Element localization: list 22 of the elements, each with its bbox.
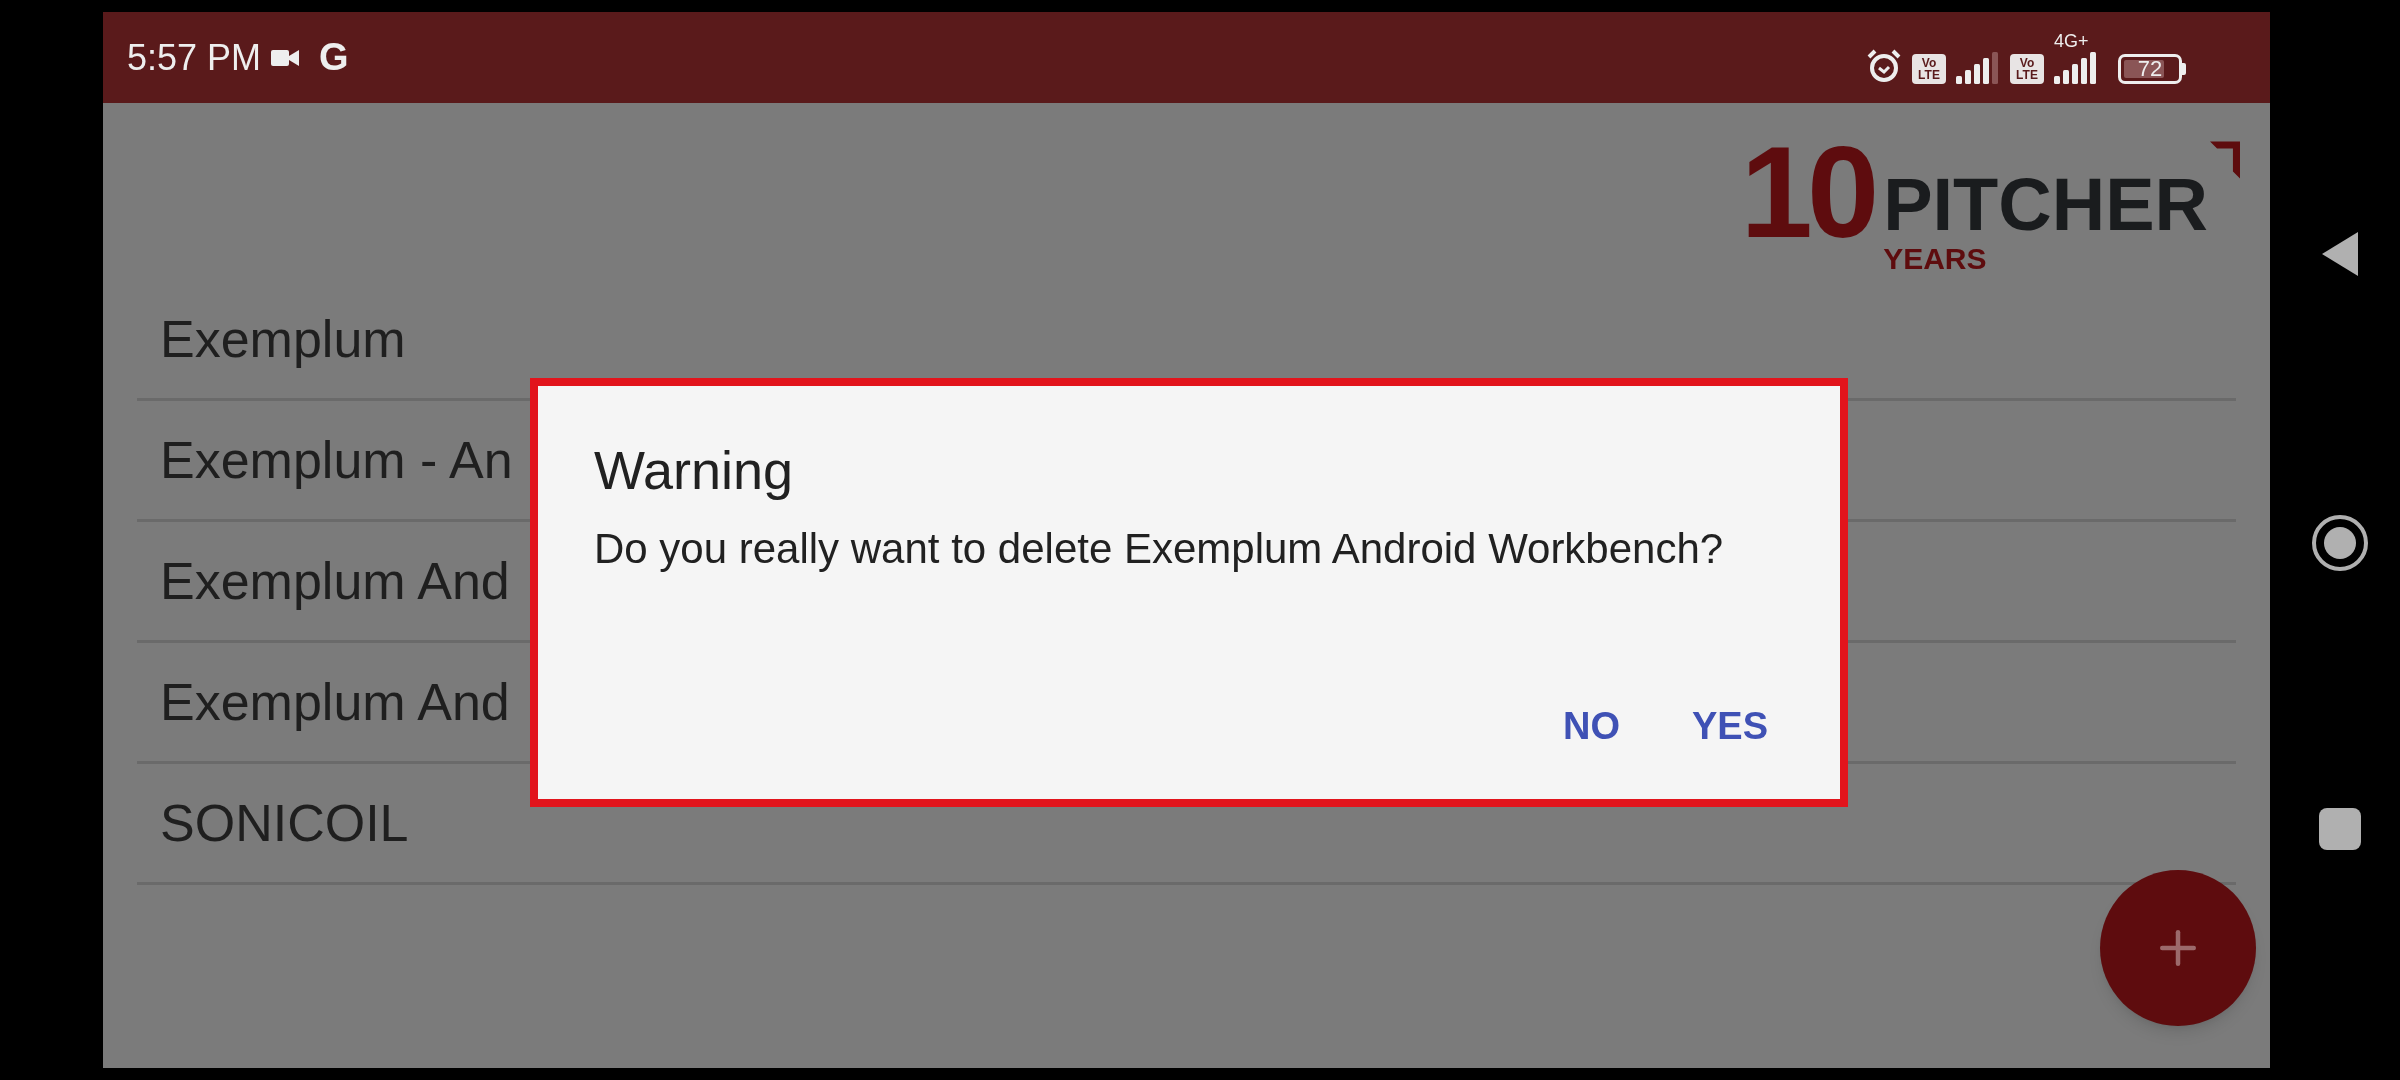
signal-icon: [2054, 49, 2098, 84]
recents-icon[interactable]: [2319, 808, 2361, 850]
volte-badge: Vo LTE: [1912, 53, 1946, 84]
clock: 5:57 PM: [127, 35, 262, 80]
alarm-clock-icon: [1866, 47, 1902, 84]
list-item-title[interactable]: Exemplum: [160, 300, 406, 378]
battery-percent: 72: [2137, 57, 2163, 80]
dialog-title: Warning: [594, 439, 795, 502]
list-item-title[interactable]: SONICOIL: [160, 784, 409, 862]
dialog-button[interactable]: YES: [1675, 688, 1784, 765]
google-letter: G: [319, 35, 349, 80]
volte-badge: Vo LTE: [2010, 53, 2044, 84]
list-item-title[interactable]: Exemplum And: [160, 663, 510, 741]
list-item-title[interactable]: Exemplum - An: [160, 421, 513, 499]
home-icon[interactable]: [2311, 514, 2369, 572]
list-item-title[interactable]: Exemplum And: [160, 542, 510, 620]
dialog-message: Do you really want to delete Exemplum Android Workbench?: [594, 524, 1725, 574]
back-icon[interactable]: [2320, 230, 2360, 278]
video-camera-icon: [271, 47, 300, 68]
signal-icon: [1956, 49, 2000, 84]
network-type: 4G+: [2054, 31, 2089, 50]
dialog-button[interactable]: NO: [1546, 688, 1636, 765]
